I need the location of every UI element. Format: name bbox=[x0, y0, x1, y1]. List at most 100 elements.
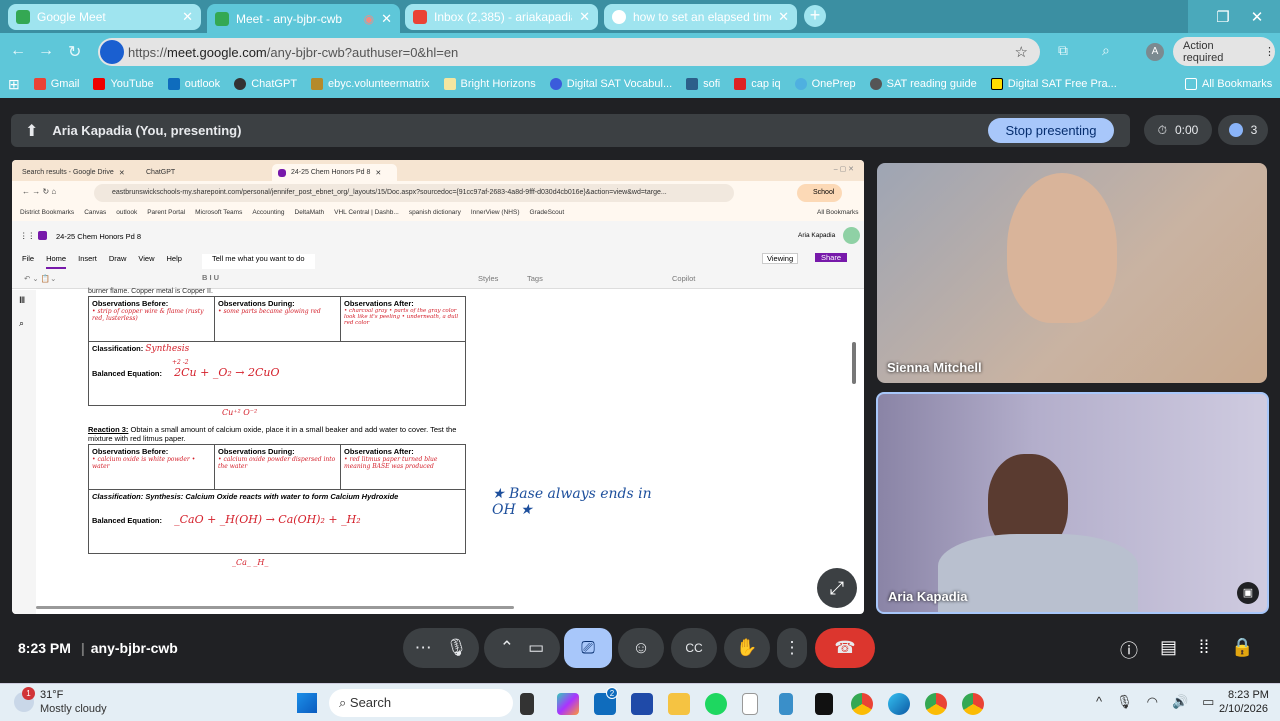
ribbon-tab-insert[interactable]: Insert bbox=[78, 254, 97, 269]
inner-url-bar[interactable]: eastbrunswickschools-my.sharepoint.com/p… bbox=[94, 184, 734, 202]
camera-icon[interactable]: ▭ bbox=[528, 638, 544, 658]
participants-button[interactable]: 3 bbox=[1218, 115, 1268, 145]
notebook-title[interactable]: 24-25 Chem Honors Pd 8 bbox=[56, 232, 141, 241]
close-tab-icon[interactable]: ✕ bbox=[579, 9, 590, 25]
present-button[interactable]: ⎚ bbox=[564, 628, 612, 668]
tell-me-search[interactable]: Tell me what you want to do bbox=[201, 254, 315, 269]
close-tab-icon[interactable]: ✕ bbox=[182, 9, 193, 25]
bookmark-outlook[interactable]: outlook bbox=[167, 78, 220, 90]
file-explorer-icon[interactable] bbox=[668, 693, 690, 715]
tab-meet-active[interactable]: Meet - any-bjbr-cwb ◉ ✕ bbox=[207, 4, 400, 33]
meeting-timer[interactable]: ⏱ 0:00 bbox=[1144, 115, 1212, 145]
info-icon[interactable]: ⓘ bbox=[1120, 637, 1138, 663]
edge-icon[interactable] bbox=[888, 693, 910, 715]
chat-icon[interactable]: ▤ bbox=[1160, 637, 1177, 663]
reactions-button[interactable]: ☺ bbox=[618, 628, 664, 668]
back-icon[interactable]: ← bbox=[10, 42, 26, 60]
bookmark-chatgpt[interactable]: ChatGPT bbox=[234, 78, 297, 90]
search-icon[interactable]: ⌕ bbox=[19, 318, 24, 329]
inner-bookmark[interactable]: spanish dictionary bbox=[409, 209, 461, 221]
leave-call-button[interactable]: ☎ bbox=[815, 628, 875, 668]
spotify-icon[interactable] bbox=[705, 693, 727, 715]
bookmark-oneprep[interactable]: OnePrep bbox=[794, 78, 856, 90]
notes-icon[interactable] bbox=[779, 693, 793, 715]
epic-games-icon[interactable] bbox=[815, 693, 833, 715]
ribbon-tab-view[interactable]: View bbox=[138, 254, 154, 269]
format-buttons[interactable]: B I U bbox=[202, 273, 219, 282]
bookmark-bright-horizons[interactable]: Bright Horizons bbox=[443, 78, 536, 90]
chevron-up-icon[interactable]: ⌃ bbox=[500, 638, 514, 658]
action-required-button[interactable]: Action required ⋮ bbox=[1173, 37, 1275, 66]
inner-bookmark[interactable]: outlook bbox=[116, 209, 137, 221]
store-icon[interactable] bbox=[631, 693, 653, 715]
ribbon-tab-home[interactable]: Home bbox=[46, 254, 67, 269]
apps-icon[interactable]: ⊞ bbox=[8, 76, 20, 93]
inner-bookmark[interactable]: GradeScout bbox=[530, 209, 565, 221]
bookmark-ebyc[interactable]: ebyc.volunteermatrix bbox=[311, 78, 430, 90]
chrome-icon[interactable] bbox=[851, 693, 873, 715]
more-options-icon[interactable]: ⋯ bbox=[415, 638, 432, 658]
bookmark-sat-free[interactable]: Digital SAT Free Pra... bbox=[990, 78, 1117, 90]
bookmark-star-icon[interactable]: ☆ bbox=[1015, 43, 1028, 61]
undo-icon[interactable]: ↶ ⌄ 📋⌄ bbox=[24, 274, 56, 283]
system-tray[interactable]: ^ 🎙 ◠ 🔊 ▭ bbox=[1096, 694, 1214, 710]
close-tab-icon[interactable]: ✕ bbox=[381, 11, 392, 27]
styles-button[interactable]: Styles bbox=[478, 274, 498, 283]
tab-google-search[interactable]: how to set an elapsed timer for✕ bbox=[604, 4, 797, 30]
microphone-icon[interactable]: 🎙 bbox=[446, 638, 468, 658]
bookmark-capiq[interactable]: cap iq bbox=[734, 78, 781, 90]
bookmark-sat-reading[interactable]: SAT reading guide bbox=[869, 78, 977, 90]
inner-bookmark[interactable]: Microsoft Teams bbox=[195, 209, 242, 221]
new-tab-button[interactable]: + bbox=[804, 5, 826, 27]
inner-bookmark[interactable]: Accounting bbox=[252, 209, 284, 221]
bookmark-sat-vocab[interactable]: Digital SAT Vocabul... bbox=[549, 78, 672, 90]
viewing-mode-button[interactable]: Viewing bbox=[762, 253, 799, 264]
inner-all-bookmarks[interactable]: All Bookmarks bbox=[817, 209, 859, 216]
tab-gmail[interactable]: Inbox (2,385) - ariakapadia@gm✕ bbox=[405, 4, 598, 30]
mic-control[interactable]: ⋯ 🎙 bbox=[403, 628, 479, 668]
host-controls-icon[interactable]: 🔒 bbox=[1231, 637, 1253, 663]
pip-icon[interactable]: ▣ bbox=[1237, 582, 1259, 604]
notepad-icon[interactable] bbox=[742, 693, 758, 715]
all-bookmarks[interactable]: All Bookmarks bbox=[1185, 78, 1272, 90]
ribbon-tab-file[interactable]: File bbox=[22, 254, 34, 269]
inner-bookmark[interactable]: InnerView (NHS) bbox=[471, 209, 520, 221]
share-button[interactable]: Share bbox=[815, 253, 848, 262]
more-options-button[interactable]: ⋮ bbox=[777, 628, 807, 668]
user-avatar[interactable] bbox=[843, 227, 860, 244]
tab-search-icon[interactable]: ⌕ bbox=[1102, 42, 1110, 59]
profile-avatar[interactable]: A bbox=[1146, 43, 1164, 61]
taskbar-search[interactable]: ⌕ Search bbox=[329, 689, 513, 717]
clock-date[interactable]: 2/10/2026 bbox=[1219, 703, 1268, 715]
chrome-school-icon[interactable] bbox=[962, 693, 984, 715]
tab-google-meet[interactable]: Google Meet ✕ bbox=[8, 4, 201, 30]
copilot-icon[interactable] bbox=[557, 693, 579, 715]
inner-bookmark[interactable]: Parent Portal bbox=[147, 209, 185, 221]
clock-time[interactable]: 8:23 PM bbox=[1228, 689, 1269, 701]
participant-tile-sienna[interactable]: Sienna Mitchell bbox=[877, 163, 1267, 383]
inner-tab-chatgpt[interactable]: ChatGPT bbox=[140, 164, 265, 181]
inner-bookmark[interactable]: District Bookmarks bbox=[20, 209, 74, 221]
inner-bookmark[interactable]: VHL Central | Dashb... bbox=[334, 209, 399, 221]
start-icon[interactable] bbox=[297, 693, 317, 713]
copilot-button[interactable]: Copilot bbox=[672, 274, 695, 283]
captions-button[interactable]: CC bbox=[671, 628, 717, 668]
bookmark-gmail[interactable]: Gmail bbox=[33, 78, 79, 90]
bookmark-sofi[interactable]: sofi bbox=[686, 78, 720, 90]
activities-icon[interactable]: ⁞⁞ bbox=[1199, 637, 1209, 663]
bookmark-youtube[interactable]: YouTube bbox=[93, 78, 154, 90]
vertical-scrollbar[interactable] bbox=[852, 342, 856, 384]
close-tab-icon[interactable]: ✕ bbox=[778, 9, 789, 25]
url-bar[interactable]: https://meet.google.com/any-bjbr-cwb?aut… bbox=[98, 38, 1040, 66]
camera-control[interactable]: ⌃ ▭ bbox=[484, 628, 560, 668]
site-info-icon[interactable] bbox=[100, 40, 124, 64]
participant-tile-aria[interactable]: Aria Kapadia ▣ bbox=[876, 392, 1269, 614]
ribbon-tab-help[interactable]: Help bbox=[167, 254, 182, 269]
forward-icon[interactable]: → bbox=[38, 42, 54, 60]
expand-icon[interactable]: ⤢ bbox=[817, 568, 857, 608]
ribbon-tab-draw[interactable]: Draw bbox=[109, 254, 127, 269]
inner-window-controls[interactable]: – ▢ ✕ bbox=[834, 165, 854, 173]
inner-profile-button[interactable]: School bbox=[797, 184, 842, 202]
more-menu-icon[interactable]: ⋮ bbox=[1264, 45, 1275, 58]
horizontal-scrollbar[interactable] bbox=[36, 606, 514, 609]
